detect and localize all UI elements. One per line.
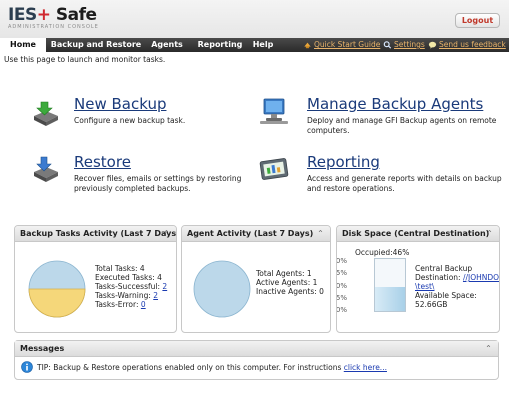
logout-button[interactable]: Logout: [455, 13, 500, 28]
feedback-link[interactable]: Send us feedback: [439, 38, 506, 52]
agent-activity-panel: Agent Activity (Last 7 Days) ⌃ Total Age…: [181, 225, 331, 333]
inactive-agents: Inactive Agents: 0: [256, 287, 324, 296]
tasks-successful-link[interactable]: 2: [162, 282, 167, 291]
agent-activity-pie: [193, 260, 251, 318]
available-space-value: 52.66GB: [415, 300, 448, 309]
search-icon: [383, 41, 392, 49]
tab-help[interactable]: Help: [250, 38, 276, 52]
dest-path-2: \test\: [415, 282, 434, 291]
disk-scale-50: 50%: [336, 282, 347, 290]
settings-link[interactable]: Settings: [394, 38, 425, 52]
tasks-error: Tasks-Error: 0: [95, 300, 146, 309]
backup-activity-header: Backup Tasks Activity (Last 7 Days) ⌃: [15, 226, 176, 242]
reporting-link[interactable]: Reporting: [307, 153, 380, 171]
manage-agents-icon[interactable]: [258, 96, 290, 126]
collapse-icon[interactable]: ⌃: [316, 229, 325, 238]
disk-scale-100: 100%: [336, 257, 347, 265]
disk-scale-0: 0%: [336, 306, 347, 314]
tab-reporting[interactable]: Reporting: [194, 38, 246, 52]
tasks-warning: Tasks-Warning: 2: [95, 291, 159, 300]
tasks-successful: Tasks-Successful: 2: [95, 282, 168, 291]
messages-header: Messages ⌃: [15, 341, 498, 357]
disk-space-title: Disk Space (Central Destination): [342, 229, 490, 238]
tasks-warning-link[interactable]: 2: [153, 291, 158, 300]
instructions-link[interactable]: click here...: [344, 363, 387, 372]
quick-start-link[interactable]: Quick Start Guide: [314, 38, 380, 52]
quick-start-icon: [304, 42, 311, 49]
messages-title: Messages: [20, 344, 65, 353]
backup-activity-panel: Backup Tasks Activity (Last 7 Days) ⌃ To…: [14, 225, 177, 333]
app-logo: IES+ Safe: [8, 5, 97, 25]
agent-activity-title: Agent Activity (Last 7 Days): [187, 229, 314, 238]
executed-tasks: Executed Tasks: 4: [95, 273, 162, 282]
disk-scale-75: 75%: [336, 269, 347, 277]
new-backup-desc: Configure a new backup task.: [74, 116, 186, 125]
new-backup-link[interactable]: New Backup: [74, 95, 166, 113]
new-backup-icon[interactable]: [30, 98, 62, 128]
reporting-icon[interactable]: [258, 154, 290, 184]
total-tasks: Total Tasks: 4: [95, 264, 145, 273]
disk-space-panel: Disk Space (Central Destination) ⌃ Occup…: [336, 225, 500, 333]
tab-agents[interactable]: Agents: [146, 38, 188, 52]
manage-agents-link[interactable]: Manage Backup Agents: [307, 95, 483, 113]
collapse-icon[interactable]: ⌃: [162, 229, 171, 238]
page-intro: Use this page to launch and monitor task…: [4, 55, 166, 64]
restore-desc: Recover files, emails or settings by res…: [74, 174, 242, 193]
main-nav: Home Backup and Restore Agents Reporting…: [0, 38, 509, 52]
messages-tip: TIP: Backup & Restore operations enabled…: [37, 363, 387, 372]
agent-activity-header: Agent Activity (Last 7 Days) ⌃: [182, 226, 330, 242]
dest-path-link[interactable]: //JOHNDOE: [463, 273, 499, 282]
reporting-desc: Access and generate reports with details…: [307, 174, 502, 193]
disk-occupied: Occupied:46%: [355, 248, 410, 257]
messages-panel: Messages ⌃ TIP: Backup & Restore operati…: [14, 340, 499, 380]
tab-home[interactable]: Home: [0, 38, 46, 52]
tasks-error-link[interactable]: 0: [141, 300, 146, 309]
backup-activity-pie: [28, 260, 86, 318]
total-agents: Total Agents: 1: [256, 269, 312, 278]
dest-label: Destination: //JOHNDOE: [415, 273, 499, 282]
disk-usage-fill: [375, 287, 405, 311]
disk-space-header: Disk Space (Central Destination) ⌃: [337, 226, 499, 242]
feedback-icon: [428, 41, 437, 49]
available-space-label: Available Space:: [415, 291, 477, 300]
app-subtitle: ADMINISTRATION CONSOLE: [8, 24, 99, 30]
restore-link[interactable]: Restore: [74, 153, 131, 171]
info-icon: [21, 361, 33, 373]
active-agents: Active Agents: 1: [256, 278, 318, 287]
disk-scale-25: 25%: [336, 294, 347, 302]
manage-agents-desc: Deploy and manage GFI Backup agents on r…: [307, 116, 497, 135]
tab-backup-and-restore[interactable]: Backup and Restore: [50, 38, 142, 52]
dest-path-link-2[interactable]: \test\: [415, 282, 434, 291]
restore-icon[interactable]: [30, 154, 62, 184]
collapse-icon[interactable]: ⌃: [485, 229, 494, 238]
backup-activity-title: Backup Tasks Activity (Last 7 Days): [20, 229, 177, 238]
dest-label-1: Central Backup: [415, 264, 473, 273]
collapse-icon[interactable]: ⌃: [484, 344, 493, 353]
app-header: IES+ Safe ADMINISTRATION CONSOLE Logout: [0, 0, 509, 38]
disk-usage-bar: [374, 258, 406, 312]
